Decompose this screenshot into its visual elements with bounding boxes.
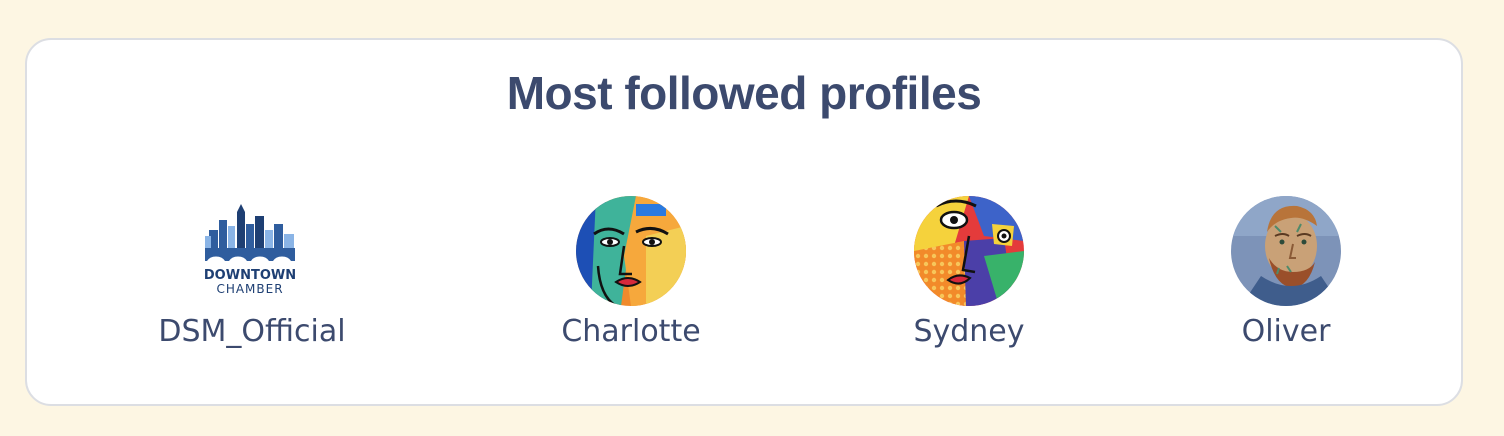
profile-charlotte[interactable]: Charlotte <box>481 196 781 350</box>
most-followed-profiles-card: Most followed profiles DOWNTOWN CHAMBER … <box>25 38 1463 406</box>
abstract-face-avatar-icon <box>914 196 1024 306</box>
profile-name[interactable]: Charlotte <box>561 314 700 350</box>
profile-dsm-official[interactable]: DOWNTOWN CHAMBER DSM_Official <box>102 196 402 350</box>
downtown-chamber-logo-icon: DOWNTOWN CHAMBER <box>204 204 296 296</box>
portrait-painting-avatar-icon <box>1231 196 1341 306</box>
logo-text-downtown: DOWNTOWN <box>204 268 296 283</box>
profile-name[interactable]: Oliver <box>1242 314 1331 350</box>
profile-oliver[interactable]: Oliver <box>1136 196 1436 350</box>
profile-name[interactable]: DSM_Official <box>158 314 345 350</box>
section-title: Most followed profiles <box>506 67 982 119</box>
profile-name[interactable]: Sydney <box>913 314 1024 350</box>
logo-text-chamber: CHAMBER <box>216 282 283 296</box>
abstract-face-avatar-icon <box>576 196 686 306</box>
profile-sydney[interactable]: Sydney <box>819 196 1119 350</box>
